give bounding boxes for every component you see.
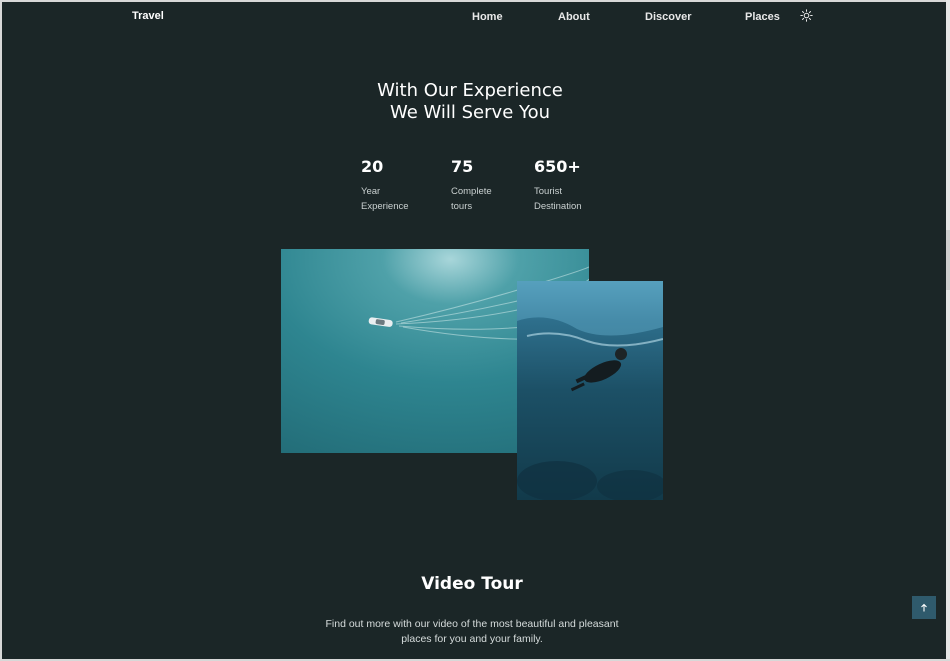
hero-title-line2: We Will Serve You bbox=[389, 102, 551, 123]
video-tour-title: Video Tour bbox=[421, 574, 523, 594]
stat-label: Year Experience bbox=[361, 186, 409, 212]
nav-about[interactable]: About bbox=[558, 11, 590, 23]
stat-value: 75 bbox=[451, 157, 474, 176]
hero-title: With Our Experience We Will Serve You bbox=[0, 80, 940, 124]
stat-tours: 75 Complete tours bbox=[451, 157, 531, 214]
arrow-up-icon bbox=[921, 603, 927, 611]
stat-value: 20 bbox=[361, 157, 384, 176]
stat-experience: 20 Year Experience bbox=[361, 157, 441, 214]
hero-title-line1: With Our Experience bbox=[377, 80, 563, 101]
nav-home[interactable]: Home bbox=[472, 11, 503, 23]
window-frame-top bbox=[0, 0, 950, 2]
stat-value: 650+ bbox=[534, 157, 581, 176]
video-tour-description: Find out more with our video of the most… bbox=[325, 618, 619, 645]
stat-destinations: 650+ Tourist Destination bbox=[534, 157, 614, 214]
nav-places[interactable]: Places bbox=[745, 11, 780, 23]
stat-label: Complete tours bbox=[451, 186, 492, 212]
logo-link[interactable]: Travel bbox=[132, 10, 164, 22]
scrollbar-thumb[interactable] bbox=[946, 230, 950, 290]
sun-icon[interactable] bbox=[800, 9, 813, 22]
stat-label: Tourist Destination bbox=[534, 186, 582, 212]
diver-underwater-image bbox=[517, 281, 663, 500]
scrollbar-track[interactable] bbox=[946, 0, 950, 661]
scroll-up-button[interactable] bbox=[912, 596, 936, 619]
nav-discover[interactable]: Discover bbox=[645, 11, 691, 23]
